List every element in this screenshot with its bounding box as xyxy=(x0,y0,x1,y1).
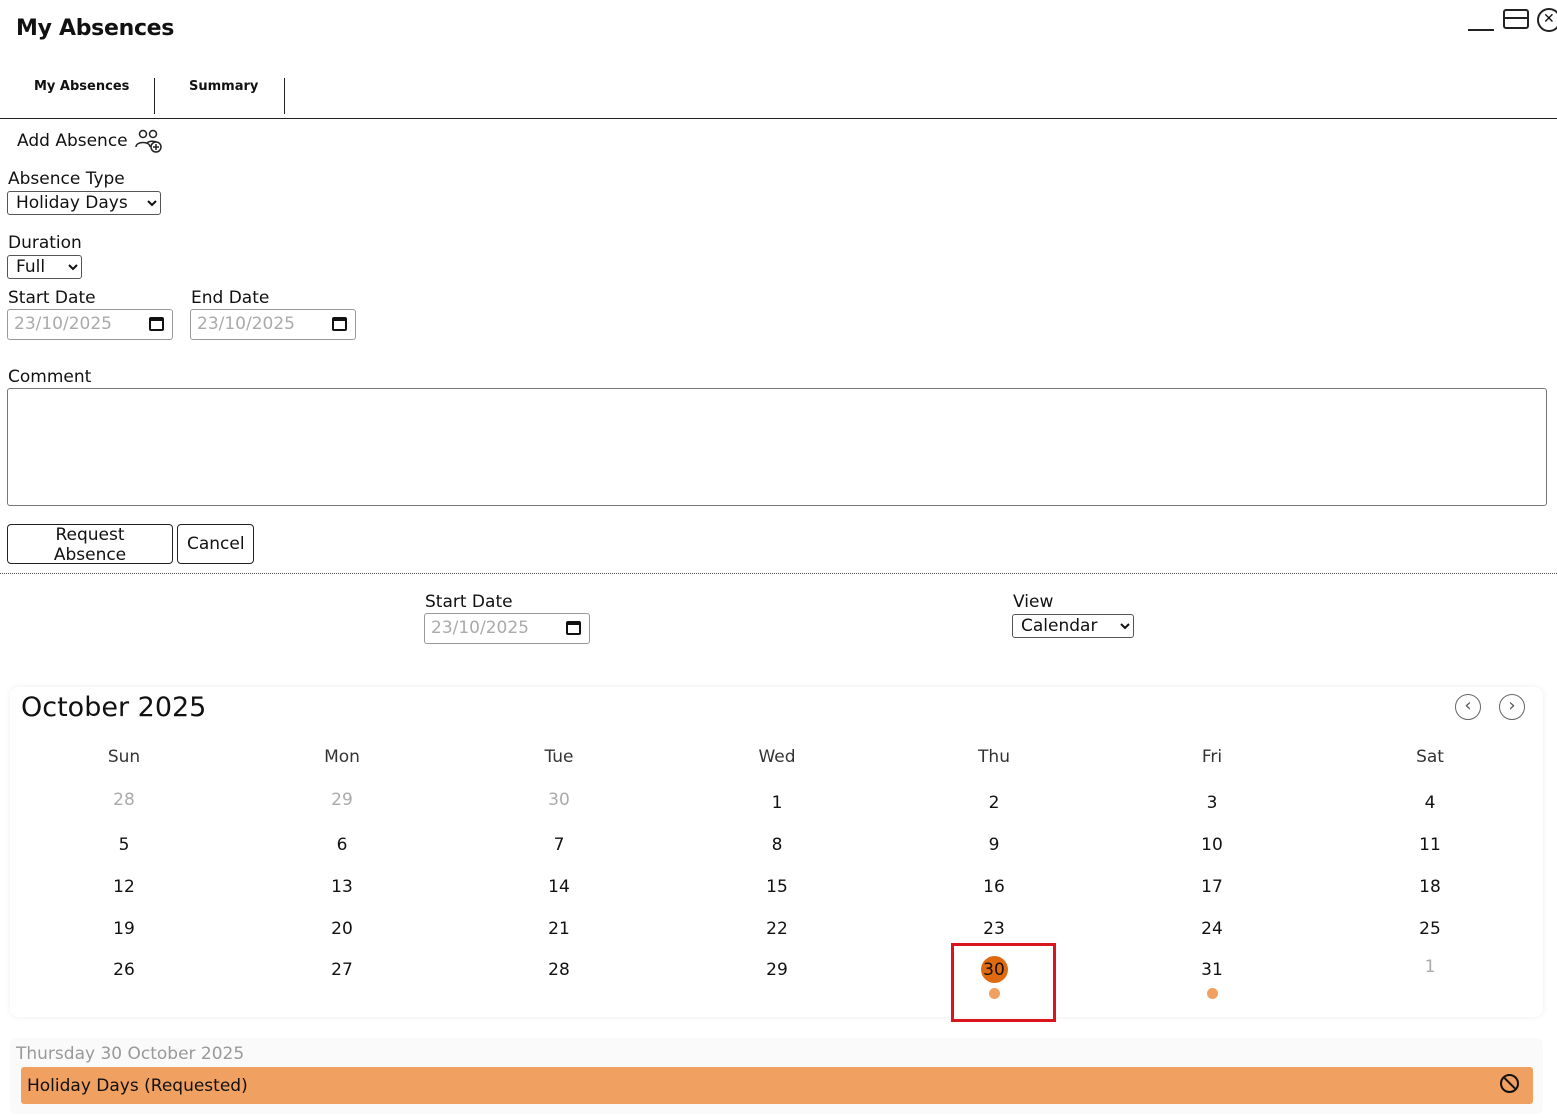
end-date-value: 23/10/2025 xyxy=(197,314,295,334)
end-date-label: End Date xyxy=(191,288,270,308)
calendar-day[interactable]: 23 xyxy=(934,919,1054,939)
duration-label: Duration xyxy=(8,233,82,253)
calendar-icon[interactable] xyxy=(332,317,347,331)
calendar-day[interactable]: 26 xyxy=(64,960,184,980)
calendar-day[interactable]: 29 xyxy=(717,960,837,980)
duration-select[interactable]: Full xyxy=(7,255,82,279)
calendar-day[interactable]: 22 xyxy=(717,919,837,939)
start-date-label: Start Date xyxy=(8,288,96,308)
event-item-label: Holiday Days (Requested) xyxy=(27,1076,248,1096)
calendar-day[interactable]: 3 xyxy=(1152,793,1272,813)
calendar-day[interactable]: 30 xyxy=(499,790,619,810)
event-date-heading: Thursday 30 October 2025 xyxy=(16,1044,245,1064)
calendar-day[interactable]: 2 xyxy=(934,793,1054,813)
absence-type-select[interactable]: Holiday Days xyxy=(7,191,161,215)
weekday-header: Sat xyxy=(1416,747,1444,767)
start-date-input[interactable]: 23/10/2025 xyxy=(7,309,173,340)
calendar-day[interactable]: 13 xyxy=(282,877,402,897)
calendar-day[interactable]: 4 xyxy=(1370,793,1490,813)
calendar-month-title: October 2025 xyxy=(21,692,207,723)
calendar-day[interactable]: 6 xyxy=(282,835,402,855)
calendar-day[interactable]: 9 xyxy=(934,835,1054,855)
weekday-header: Mon xyxy=(324,747,360,767)
calendar-day[interactable]: 28 xyxy=(499,960,619,980)
close-icon[interactable]: ✕ xyxy=(1537,8,1557,32)
calendar-icon[interactable] xyxy=(566,621,581,635)
comment-textarea[interactable] xyxy=(7,388,1547,506)
weekday-header: Thu xyxy=(978,747,1010,767)
calendar-day[interactable]: 28 xyxy=(64,790,184,810)
calendar-day[interactable]: 19 xyxy=(64,919,184,939)
absence-type-label: Absence Type xyxy=(8,169,125,189)
calendar-day[interactable]: 7 xyxy=(499,835,619,855)
tab-divider xyxy=(154,78,155,114)
cancel-circle-icon[interactable] xyxy=(1500,1074,1519,1093)
calendar-day[interactable]: 18 xyxy=(1370,877,1490,897)
event-dot xyxy=(1207,988,1218,999)
tab-summary[interactable]: Summary xyxy=(189,79,258,94)
start-date-value: 23/10/2025 xyxy=(14,314,112,334)
section-divider xyxy=(0,573,1557,574)
cancel-button[interactable]: Cancel xyxy=(177,524,254,564)
calendar-day[interactable]: 11 xyxy=(1370,835,1490,855)
calendar-day[interactable]: 27 xyxy=(282,960,402,980)
tab-my-absences[interactable]: My Absences xyxy=(34,79,129,94)
calendar-day[interactable]: 8 xyxy=(717,835,837,855)
calendar-day[interactable]: 29 xyxy=(282,790,402,810)
calendar-day[interactable]: 17 xyxy=(1152,877,1272,897)
view-label: View xyxy=(1013,592,1054,612)
calendar-icon[interactable] xyxy=(149,317,164,331)
calendar-day[interactable]: 1 xyxy=(1370,957,1490,977)
calendar-day[interactable]: 1 xyxy=(717,793,837,813)
calendar-day[interactable]: 20 xyxy=(282,919,402,939)
calendar-day[interactable]: 5 xyxy=(64,835,184,855)
weekday-header: Fri xyxy=(1201,747,1223,767)
add-absence-label[interactable]: Add Absence xyxy=(17,131,128,151)
weekday-header: Wed xyxy=(758,747,796,767)
filter-start-date-label: Start Date xyxy=(425,592,513,612)
calendar-day[interactable]: 15 xyxy=(717,877,837,897)
tab-divider xyxy=(284,78,285,114)
maximize-icon[interactable] xyxy=(1503,9,1529,29)
view-select[interactable]: Calendar xyxy=(1012,614,1134,638)
selection-highlight-box xyxy=(951,943,1056,1022)
calendar-day[interactable]: 25 xyxy=(1370,919,1490,939)
calendar-day[interactable]: 21 xyxy=(499,919,619,939)
next-month-icon[interactable]: › xyxy=(1499,694,1525,720)
add-people-icon[interactable] xyxy=(134,128,164,154)
calendar-day[interactable]: 24 xyxy=(1152,919,1272,939)
event-item[interactable] xyxy=(21,1067,1533,1104)
comment-label: Comment xyxy=(8,367,92,387)
calendar-day[interactable]: 14 xyxy=(499,877,619,897)
calendar-day[interactable]: 12 xyxy=(64,877,184,897)
end-date-input[interactable]: 23/10/2025 xyxy=(190,309,356,340)
calendar-day[interactable]: 16 xyxy=(934,877,1054,897)
calendar-day[interactable]: 10 xyxy=(1152,835,1272,855)
filter-start-date-input[interactable]: 23/10/2025 xyxy=(424,613,590,644)
minimize-icon[interactable] xyxy=(1468,29,1494,31)
filter-start-date-value: 23/10/2025 xyxy=(431,618,529,638)
request-absence-button[interactable]: Request Absence xyxy=(7,524,173,565)
weekday-header: Sun xyxy=(107,747,141,767)
window-title: My Absences xyxy=(16,16,175,41)
prev-month-icon[interactable]: ‹ xyxy=(1455,694,1481,720)
header-divider xyxy=(0,118,1557,119)
weekday-header: Tue xyxy=(544,747,574,767)
calendar-day[interactable]: 31 xyxy=(1152,960,1272,980)
